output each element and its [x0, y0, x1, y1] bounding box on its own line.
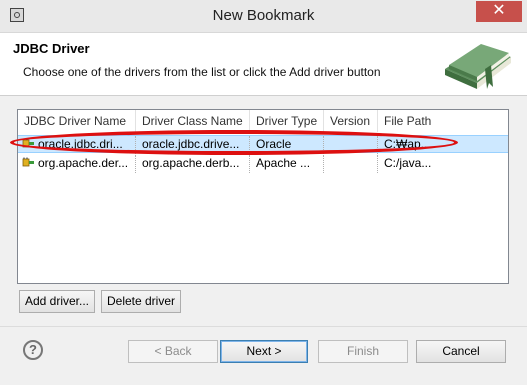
column-header-file-path[interactable]: File Path: [378, 110, 438, 132]
bookmark-book-icon: [445, 44, 511, 89]
driver-name: org.apache.der...: [38, 156, 129, 170]
title-bar: New Bookmark ✕: [0, 0, 527, 33]
cell-driver-class: oracle.jdbc.drive...: [136, 136, 250, 154]
driver-icon: [22, 138, 34, 148]
column-header-version[interactable]: Version: [324, 110, 378, 132]
page-description: Choose one of the drivers from the list …: [23, 65, 381, 79]
column-header-driver-type[interactable]: Driver Type: [250, 110, 324, 132]
next-button[interactable]: Next >: [220, 340, 308, 363]
cell-version: [324, 136, 378, 154]
help-icon[interactable]: ?: [23, 340, 43, 360]
cell-file-path: C:₩ap...: [384, 137, 431, 151]
wizard-header: JDBC Driver Choose one of the drivers fr…: [0, 33, 527, 96]
cell-driver-name: oracle.jdbc.dri...: [18, 136, 136, 154]
back-button[interactable]: < Back: [128, 340, 218, 363]
cell-driver-type: Oracle: [250, 136, 324, 154]
driver-icon: [22, 157, 34, 167]
finish-button[interactable]: Finish: [318, 340, 408, 363]
page-title: JDBC Driver: [13, 41, 90, 56]
cell-driver-class: org.apache.derb...: [136, 155, 250, 173]
cancel-button[interactable]: Cancel: [416, 340, 506, 363]
table-row[interactable]: oracle.jdbc.dri... oracle.jdbc.drive... …: [18, 135, 508, 154]
footer-divider: [0, 326, 527, 327]
window-title: New Bookmark: [212, 7, 315, 24]
close-button[interactable]: ✕: [476, 1, 522, 22]
driver-table[interactable]: JDBC Driver Name Driver Class Name Drive…: [17, 109, 509, 284]
table-header: JDBC Driver Name Driver Class Name Drive…: [18, 110, 508, 132]
add-driver-button[interactable]: Add driver...: [19, 290, 95, 313]
delete-driver-button[interactable]: Delete driver: [101, 290, 181, 313]
column-header-driver-class[interactable]: Driver Class Name: [136, 110, 250, 132]
cell-driver-type: Apache ...: [250, 155, 324, 173]
cell-file-path: C:/java...: [384, 156, 432, 170]
column-header-driver-name[interactable]: JDBC Driver Name: [18, 110, 136, 132]
cell-driver-name: org.apache.der...: [18, 155, 136, 173]
cell-version: [324, 155, 378, 173]
table-row[interactable]: org.apache.der... org.apache.derb... Apa…: [18, 155, 508, 173]
driver-name: oracle.jdbc.dri...: [38, 137, 123, 151]
